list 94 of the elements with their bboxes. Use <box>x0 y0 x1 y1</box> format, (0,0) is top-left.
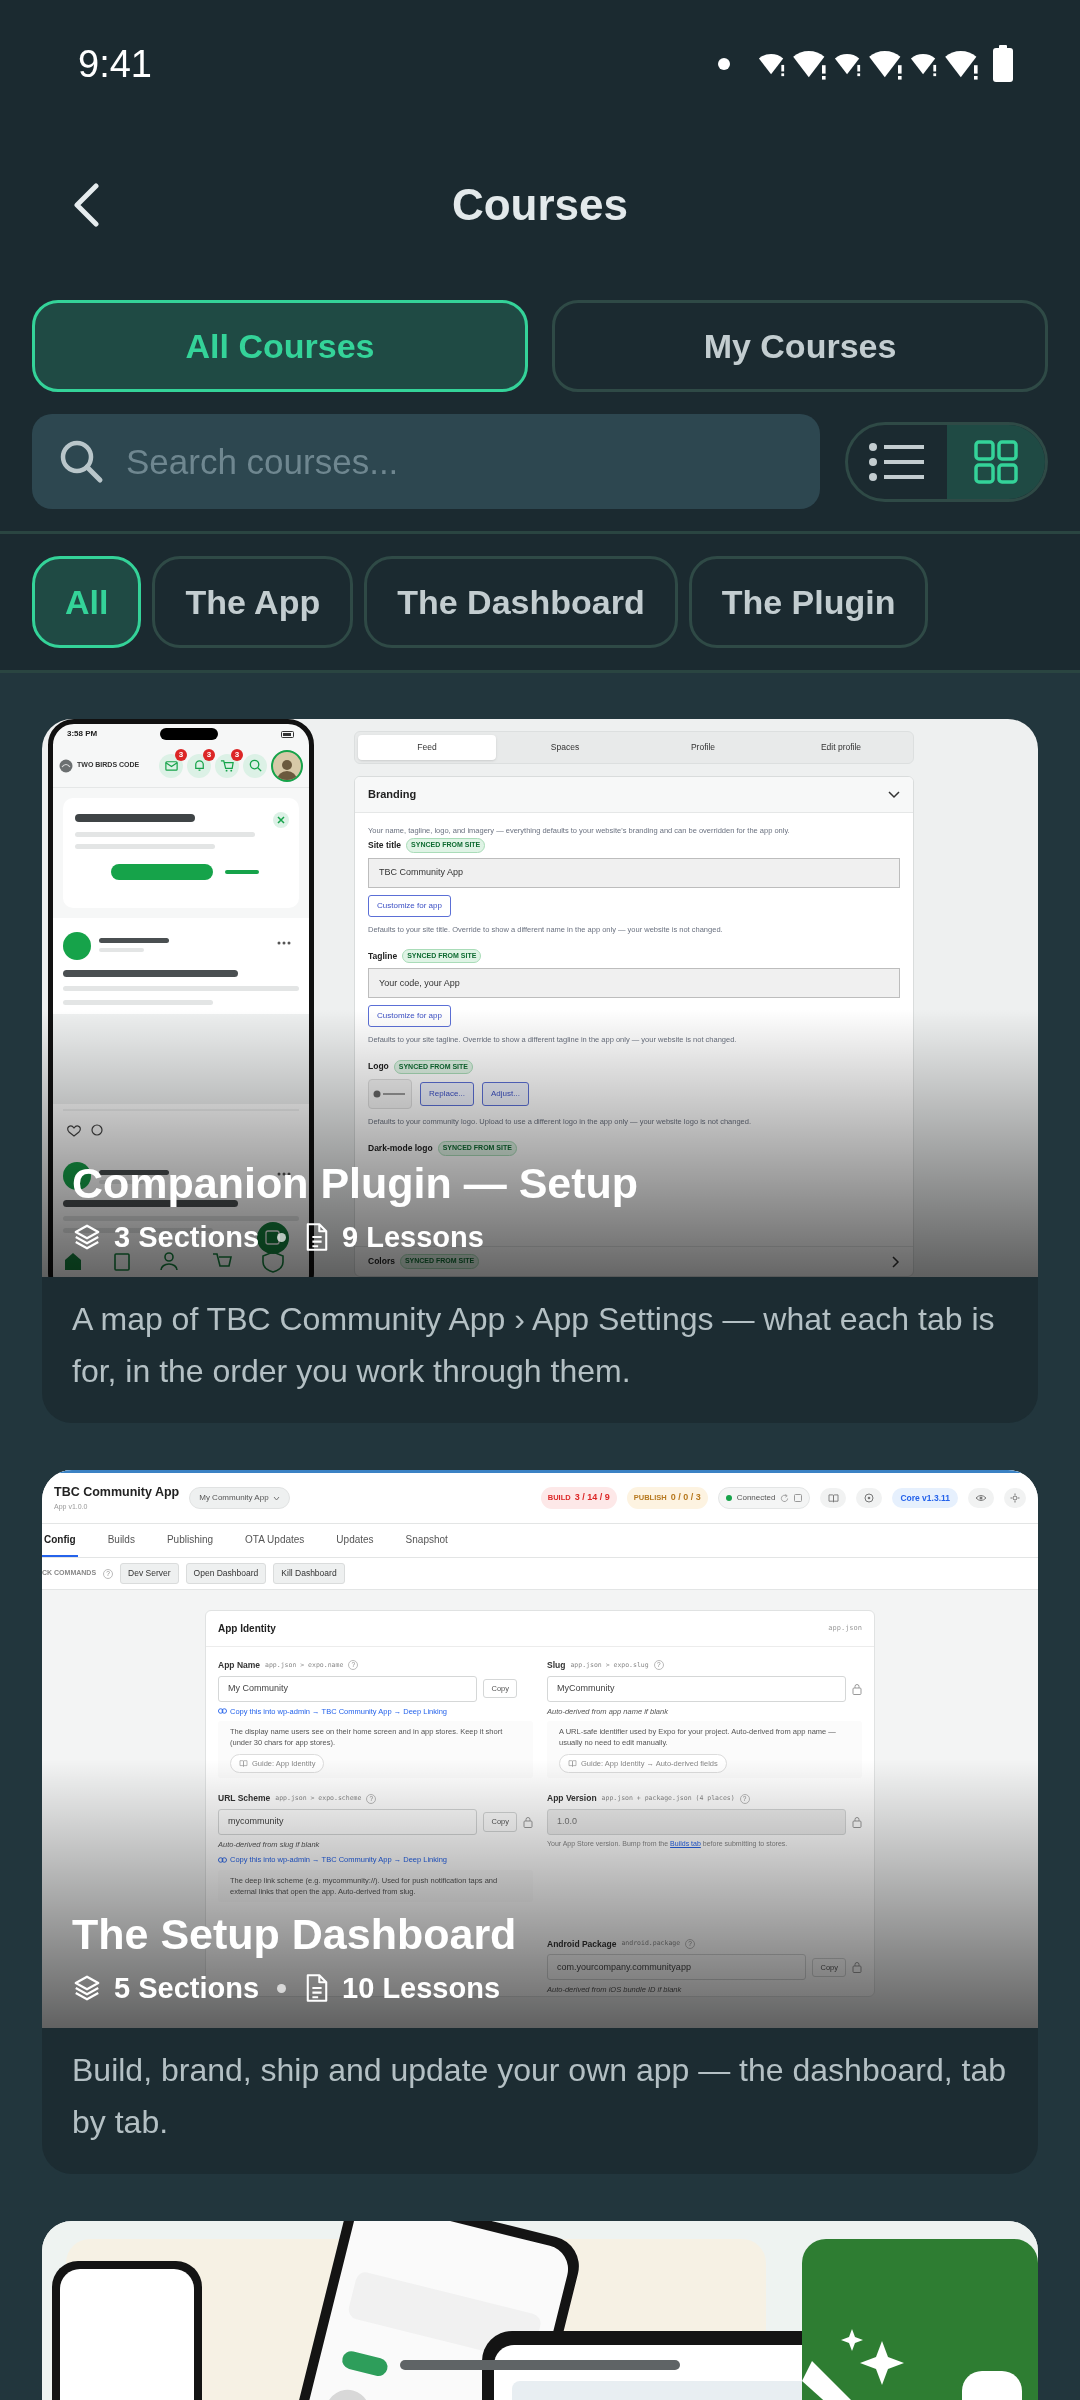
filter-chip[interactable]: The Dashboard <box>364 556 678 648</box>
text-field[interactable]: MyCommunity <box>547 1675 846 1702</box>
tab[interactable]: Updates <box>334 1532 376 1557</box>
tab[interactable]: Spaces <box>496 735 634 761</box>
grid-view-button[interactable] <box>946 424 1045 499</box>
command-button[interactable]: Kill Dashboard <box>273 1563 345 1584</box>
mail-icon <box>163 758 179 773</box>
notification-badge: 3 <box>203 748 215 761</box>
link-icon <box>218 1856 227 1863</box>
info-button[interactable] <box>856 1488 883 1508</box>
panel-title: App Identity <box>218 1622 276 1636</box>
section-title: Colors <box>368 1255 395 1268</box>
tab[interactable]: Builds <box>105 1532 137 1557</box>
app-name: TBC Community App <box>54 1484 180 1502</box>
tab[interactable]: Profile <box>634 735 772 761</box>
version-badge: Core v1.3.11 <box>892 1487 958 1509</box>
field-label: Site title <box>368 838 402 852</box>
field-label: Logo <box>368 1060 389 1074</box>
customize-button[interactable]: Customize for app <box>368 894 451 917</box>
tab[interactable]: Snapshot <box>403 1532 450 1557</box>
page-title: Courses <box>451 179 629 231</box>
course-card[interactable] <box>42 1470 1038 2174</box>
connection-status: Connected <box>736 1492 776 1504</box>
logo-icon <box>373 1090 407 1099</box>
battery-icon <box>281 730 295 738</box>
clock-time: 9:41 <box>78 41 152 87</box>
eye-icon <box>975 1494 987 1502</box>
section-count: 5 Sections <box>114 1970 260 2006</box>
pill-value: 3 / 14 / 9 <box>574 1491 610 1505</box>
pill-value: 0 / 0 / 3 <box>670 1491 701 1505</box>
lesson-count: 9 Lessons <box>342 1219 484 1255</box>
section-count: 3 Sections <box>114 1219 260 1255</box>
phone-time: 3:58 PM <box>67 728 98 740</box>
search-icon <box>58 438 104 484</box>
logo-action-button[interactable]: Adjust... <box>482 1082 529 1107</box>
book-icon <box>239 1760 248 1768</box>
field-label: App Name <box>218 1659 261 1672</box>
field-label: Slug <box>547 1659 566 1672</box>
course-title: The Setup Dashboard <box>72 1908 517 1960</box>
command-button[interactable]: Open Dashboard <box>185 1563 267 1584</box>
notification-badge: 3 <box>231 748 243 761</box>
theme-button[interactable] <box>1004 1488 1026 1508</box>
book-icon <box>827 1493 839 1503</box>
filter-chip[interactable]: The App <box>152 556 354 648</box>
square-icon <box>794 1494 803 1502</box>
link-icon <box>218 1708 227 1715</box>
app-dropdown[interactable]: My Community App <box>189 1487 290 1509</box>
circle-icon <box>864 1493 875 1503</box>
camera-notch <box>160 728 219 740</box>
text-field[interactable]: My Community <box>218 1675 478 1702</box>
course-title: Companion Plugin — Setup <box>72 1157 639 1209</box>
course-card[interactable] <box>42 719 1038 1423</box>
text-field[interactable]: com.yourcompany.communityapp <box>547 1954 807 1981</box>
search-button[interactable] <box>243 753 267 778</box>
lesson-count: 10 Lessons <box>342 1970 501 2006</box>
course-description: Build, brand, ship and update your own app — the dashboard, tab by tab. <box>71 2051 1007 2142</box>
field-label: App Version <box>547 1792 597 1805</box>
customize-button[interactable]: Customize for app <box>368 1005 451 1028</box>
cart-icon <box>219 758 235 773</box>
preview-button[interactable] <box>968 1488 994 1508</box>
back-icon <box>72 183 100 227</box>
logo-action-button[interactable]: Replace... <box>420 1082 475 1107</box>
grid-icon <box>973 439 1018 484</box>
tab[interactable]: All Courses <box>32 300 528 392</box>
logo-icon <box>59 758 73 773</box>
field-label: Tagline <box>368 949 398 963</box>
sun-icon <box>1010 1493 1020 1503</box>
tab[interactable]: Publishing <box>164 1532 216 1557</box>
tab[interactable]: Edit profile <box>772 735 910 761</box>
tab[interactable]: My Courses <box>552 300 1048 392</box>
tab[interactable]: OTA Updates <box>243 1532 307 1557</box>
field-label: Dark-mode logo <box>368 1142 433 1155</box>
tab[interactable]: Feed <box>358 735 496 761</box>
book-icon <box>568 1760 577 1768</box>
command-button[interactable]: Dev Server <box>120 1563 179 1584</box>
text-field[interactable]: mycommunity <box>218 1809 478 1835</box>
search-icon <box>247 758 263 773</box>
list-icon <box>868 441 927 482</box>
section-title: Branding <box>368 787 417 803</box>
filter-chip[interactable]: All <box>32 556 142 648</box>
chevron-right-icon <box>892 1255 900 1268</box>
docs-button[interactable] <box>820 1488 847 1508</box>
refresh-icon <box>780 1493 790 1503</box>
notification-badge: 3 <box>175 748 187 761</box>
text-field[interactable]: Your code, your App <box>368 968 900 999</box>
course-description: A map of TBC Community App › App Settings — what each tab is for, in the order you work through them. <box>71 1300 996 1391</box>
battery-icon <box>992 45 1014 83</box>
field-label: URL Scheme <box>218 1792 271 1805</box>
caret-icon <box>272 1495 280 1501</box>
chevron-down-icon <box>888 790 900 799</box>
filter-chip[interactable]: The Plugin <box>688 556 929 648</box>
search-field[interactable]: Search courses... <box>32 414 820 509</box>
field-label: Android Package <box>547 1937 617 1951</box>
text-field[interactable]: TBC Community App <box>368 857 900 888</box>
